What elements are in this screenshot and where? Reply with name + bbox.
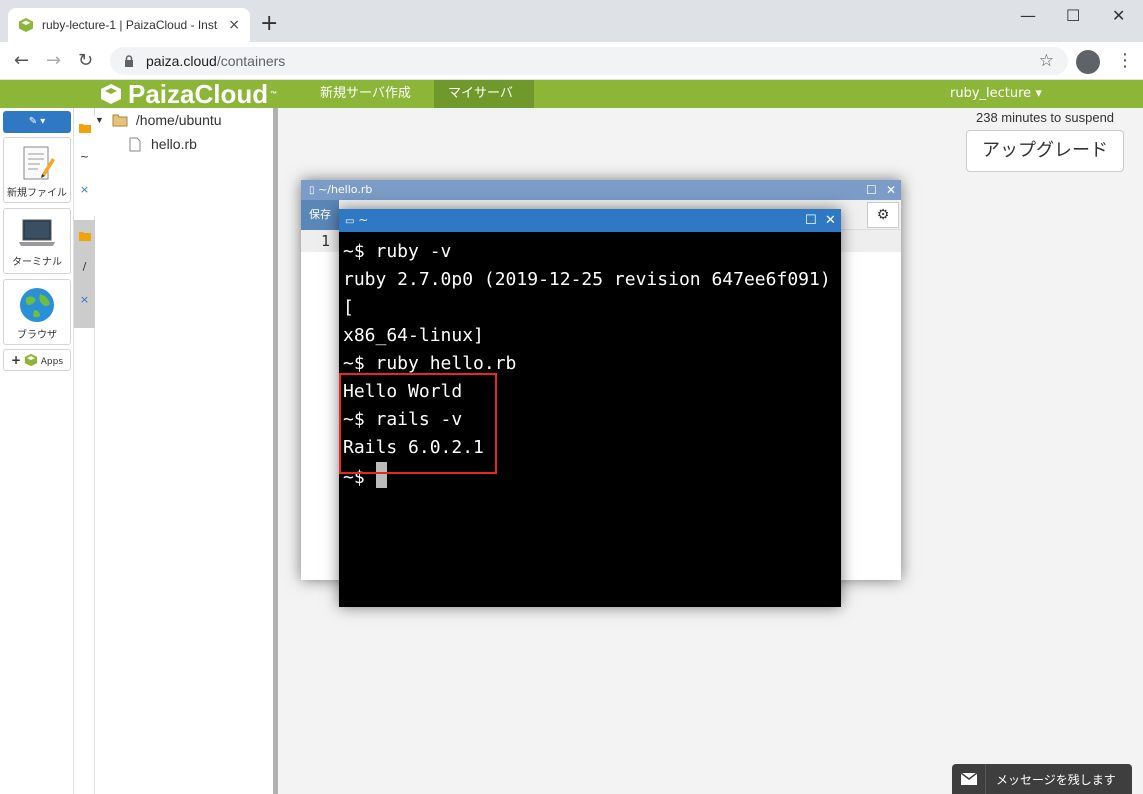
vtab-root-close-icon[interactable]: × [74,293,95,306]
apps-button[interactable]: + Apps [3,349,71,371]
apps-cube-icon [24,353,38,367]
vtab-home-close-icon[interactable]: × [74,183,95,196]
leave-message-button[interactable]: メッセージを残します [952,764,1132,794]
tree-root-label: /home/ubuntu [135,112,222,128]
folder-icon [78,232,91,241]
lock-icon [125,55,133,67]
new-file-label: 新規ファイル [7,188,67,199]
leave-message-label: メッセージを残します [996,772,1116,787]
url-host: paiza.cloud [146,53,217,69]
save-button[interactable]: 保存 [301,200,339,230]
document-edit-icon [23,146,55,180]
workspace: ✎ ▾ 新規ファイル ターミナル ブラウザ + Apps ~ × / × ▼ /… [0,108,1143,794]
brand-name: PaizaCloud [128,78,269,109]
browser-menu-icon[interactable]: ⋮ [1116,50,1134,71]
address-bar[interactable]: paiza.cloud/containers ☆ [110,47,1068,75]
browser-tab-bar: ruby-lecture-1 | PaizaCloud - Inst × + —… [0,0,1143,42]
line-number: 1 [321,232,331,250]
back-arrow-icon[interactable]: ← [14,50,29,71]
editor-maximize-icon[interactable]: ☐ [866,180,877,200]
terminal-button[interactable]: ターミナル [3,208,71,274]
editor-titlebar[interactable]: ▯ ~/hello.rb ☐ ✕ [301,180,901,200]
left-toolbar: ✎ ▾ 新規ファイル ターミナル ブラウザ + Apps [0,108,74,794]
terminal-close-icon[interactable]: ✕ [825,209,836,232]
browser-toolbar: ← → ↻ paiza.cloud/containers ☆ [0,42,1143,80]
paizacloud-logo[interactable]: PaizaCloud ™ [100,78,278,109]
brand-tm: ™ [270,90,278,98]
reload-icon[interactable]: ↻ [78,50,93,71]
terminal-maximize-icon[interactable]: ☐ [805,209,817,232]
open-folder-icon [112,114,128,127]
globe-icon [20,288,54,322]
close-window-icon[interactable]: ✕ [1112,6,1125,25]
new-tab-button[interactable]: + [260,13,278,35]
tab-title: ruby-lecture-1 | PaizaCloud - Inst [42,18,218,32]
terminal-small-icon: ▭ [345,216,355,227]
tree-root-folder[interactable]: ▼ /home/ubuntu [95,112,222,128]
browser-button[interactable]: ブラウザ [3,279,71,345]
forward-arrow-icon[interactable]: → [46,50,61,71]
menu-dropdown-icon: ✎ ▾ [28,116,46,127]
terminal-title: ~ [358,213,369,227]
vtab-home[interactable]: ~ × [74,116,95,216]
plus-icon: + [10,353,22,367]
terminal-label: ターミナル [12,257,62,268]
bookmark-star-icon[interactable]: ☆ [1039,51,1054,71]
highlight-box [339,373,497,474]
editor-close-icon[interactable]: ✕ [886,180,896,200]
vtab-home-label: ~ [79,150,90,163]
upgrade-button[interactable]: アップグレード [966,130,1124,172]
url-path: /containers [216,53,286,69]
terminal-line: ~$ ruby -v [343,241,452,262]
maximize-icon[interactable]: ☐ [1066,6,1080,25]
folder-icon [78,124,91,133]
close-tab-icon[interactable]: × [228,17,240,33]
vtab-root-label: / [82,260,87,273]
terminal-line: ruby 2.7.0p0 (2019-12-25 revision 647ee6… [343,269,831,318]
menu-new-server[interactable]: 新規サーバ作成 [306,80,425,108]
terminal-titlebar[interactable]: ▭ ~ ☐ ✕ [339,209,841,232]
browser-tab[interactable]: ruby-lecture-1 | PaizaCloud - Inst × [8,8,250,42]
browser-label: ブラウザ [17,330,57,341]
user-menu[interactable]: ruby_lecture ▾ [950,80,1042,108]
pane-splitter[interactable] [273,108,278,794]
paizacloud-favicon-icon [19,18,33,32]
cube-logo-icon [101,84,121,104]
app-header: PaizaCloud ™ 新規サーバ作成 マイサーバ ruby_lecture ▾ [0,78,1143,109]
terminal-line: x86_64-linux] [343,325,484,346]
editor-title: ~/hello.rb [318,183,373,196]
expand-caret-icon[interactable]: ▼ [95,115,104,125]
profile-avatar-icon[interactable] [1076,50,1100,74]
file-icon [129,137,141,151]
vertical-tabs: ~ × / × [74,108,95,794]
new-file-button[interactable]: 新規ファイル [3,137,71,203]
file-tree: ▼ /home/ubuntu hello.rb [95,108,273,794]
laptop-icon [19,219,55,246]
main-menu-dropdown[interactable]: ✎ ▾ [3,111,71,133]
tree-file-item[interactable]: hello.rb [129,136,197,152]
suspend-countdown: 238 minutes to suspend [976,110,1115,125]
menu-my-server[interactable]: マイサーバ [434,80,534,108]
apps-label: Apps [40,357,64,367]
settings-gear-icon[interactable]: ⚙ [867,202,899,228]
envelope-icon [952,764,986,794]
tree-file-label: hello.rb [151,136,197,152]
minimize-icon[interactable]: — [1020,6,1036,25]
file-small-icon: ▯ [309,185,315,196]
vtab-root[interactable]: / × [74,220,95,328]
